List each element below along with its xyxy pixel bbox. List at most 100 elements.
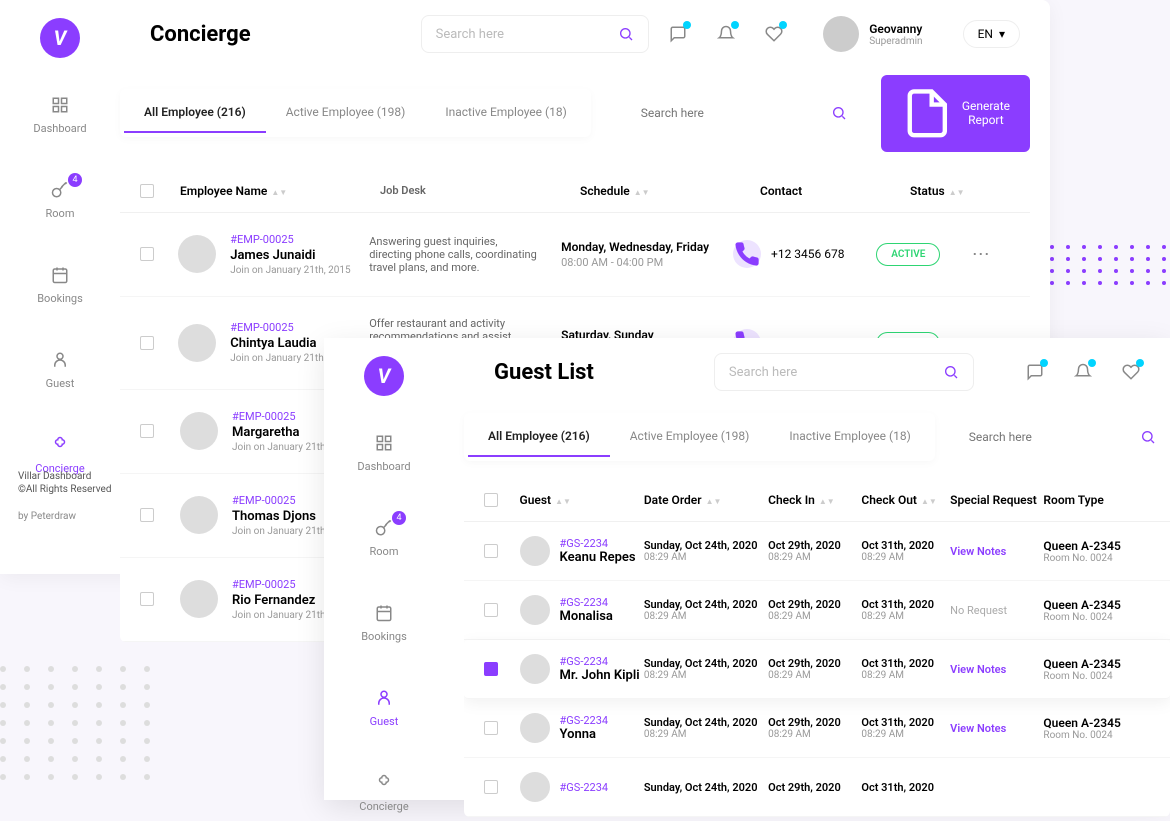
heart-icon[interactable] (765, 25, 783, 43)
row-checkbox[interactable] (484, 780, 498, 794)
checkout-date: Oct 31th, 2020 (861, 716, 950, 729)
sort-icon[interactable]: ▲▼ (271, 188, 287, 197)
col-name-header[interactable]: Employee Name (180, 184, 267, 198)
employee-join: Join on January 21th, 2 (232, 442, 336, 453)
tab[interactable]: Inactive Employee (18) (769, 417, 930, 457)
row-checkbox[interactable] (484, 544, 498, 558)
avatar (178, 235, 216, 273)
logo[interactable]: V (40, 18, 80, 58)
row-checkbox[interactable] (484, 603, 498, 617)
message-icon[interactable] (1026, 363, 1044, 381)
nav-label: Guest (46, 377, 75, 390)
employee-id: #EMP-00025 (232, 410, 336, 423)
row-checkbox[interactable] (140, 424, 154, 438)
guest-id: #GS-2234 (560, 655, 640, 668)
col-date-header[interactable]: Date Order (644, 493, 702, 507)
checkin-time: 08:29 AM (768, 729, 861, 740)
sort-icon[interactable]: ▲▼ (921, 497, 937, 506)
table-search-input[interactable] (969, 430, 1140, 444)
nav-bookings[interactable]: Bookings (0, 258, 120, 313)
table-search[interactable] (955, 417, 1170, 457)
checkin-date: Oct 29th, 2020 (768, 781, 861, 794)
header: Guest List (464, 338, 1170, 406)
checkout-time: 08:29 AM (861, 552, 950, 563)
guest-id: #GS-2234 (560, 714, 609, 727)
search-box[interactable] (714, 353, 974, 391)
search-input[interactable] (436, 27, 611, 42)
generate-report-label: Generate Report (962, 99, 1010, 127)
nav-room[interactable]: Room4 (324, 511, 444, 566)
table-row[interactable]: #GS-2234YonnaSunday, Oct 24th, 202008:29… (464, 699, 1170, 758)
nav-room[interactable]: Room4 (0, 173, 120, 228)
table-row[interactable]: #GS-2234Mr. John KipliSunday, Oct 24th, … (464, 640, 1170, 699)
avatar (180, 496, 218, 534)
col-guest-header[interactable]: Guest (520, 493, 552, 507)
tab[interactable]: All Employee (216) (468, 417, 610, 457)
order-date: Sunday, Oct 24th, 2020 (644, 657, 768, 670)
table-search[interactable] (627, 93, 861, 133)
avatar (520, 595, 550, 625)
table-search-input[interactable] (641, 106, 831, 120)
special-request: No Request (950, 604, 1007, 617)
tab[interactable]: Active Employee (198) (266, 93, 426, 133)
nav-label: Guest (370, 715, 399, 728)
badge: 4 (392, 511, 406, 525)
concierge-icon (51, 436, 69, 454)
special-request[interactable]: View Notes (950, 663, 1006, 676)
nav-guest[interactable]: Guest (0, 343, 120, 398)
select-all-checkbox[interactable] (140, 184, 154, 198)
row-checkbox[interactable] (140, 592, 154, 606)
nav-bookings[interactable]: Bookings (324, 596, 444, 651)
special-request[interactable]: View Notes (950, 722, 1006, 735)
col-checkin-header[interactable]: Check In (768, 493, 815, 507)
tab[interactable]: Active Employee (198) (610, 417, 770, 457)
checkout-date: Oct 31th, 2020 (861, 598, 950, 611)
nav-dashboard[interactable]: Dashboard (0, 88, 120, 143)
nav: DashboardRoom4BookingsGuestConcierge (0, 88, 120, 483)
order-date: Sunday, Oct 24th, 2020 (644, 539, 768, 552)
row-checkbox[interactable] (484, 662, 498, 676)
col-checkout-header[interactable]: Check Out (861, 493, 917, 507)
logo[interactable]: V (364, 356, 404, 396)
tab[interactable]: Inactive Employee (18) (425, 93, 586, 133)
order-date: Sunday, Oct 24th, 2020 (644, 716, 768, 729)
generate-report-button[interactable]: Generate Report (881, 75, 1030, 152)
message-icon[interactable] (669, 25, 687, 43)
user-profile[interactable]: Geovanny Superadmin (823, 16, 922, 52)
search-input[interactable] (729, 365, 935, 380)
table-row[interactable]: #EMP-00025James JunaidiJoin on January 2… (120, 213, 1030, 297)
col-status-header[interactable]: Status (910, 184, 945, 198)
nav-concierge[interactable]: Concierge (324, 766, 444, 821)
table-row[interactable]: #GS-2234MonalisaSunday, Oct 24th, 202008… (464, 581, 1170, 640)
select-all-checkbox[interactable] (484, 493, 498, 507)
table-row[interactable]: #GS-2234Keanu RepesSunday, Oct 24th, 202… (464, 522, 1170, 581)
employee-name: Thomas Djons (232, 509, 336, 524)
sort-icon[interactable]: ▲▼ (706, 497, 722, 506)
search-box[interactable] (421, 15, 650, 53)
special-request[interactable]: View Notes (950, 545, 1006, 558)
sort-icon[interactable]: ▲▼ (949, 188, 965, 197)
phone-icon[interactable] (733, 240, 761, 268)
row-checkbox[interactable] (484, 721, 498, 735)
sort-icon[interactable]: ▲▼ (555, 497, 571, 506)
checkin-date: Oct 29th, 2020 (768, 657, 861, 670)
sort-icon[interactable]: ▲▼ (634, 188, 650, 197)
bell-icon[interactable] (1074, 363, 1092, 381)
language-selector[interactable]: EN ▾ (963, 20, 1020, 48)
nav-dashboard[interactable]: Dashboard (324, 426, 444, 481)
job-desk: Answering guest inquiries, directing pho… (369, 235, 561, 274)
row-checkbox[interactable] (140, 508, 154, 522)
sort-icon[interactable]: ▲▼ (819, 497, 835, 506)
phone-number: +12 3456 678 (771, 247, 844, 261)
table-row[interactable]: #GS-2234Sunday, Oct 24th, 2020Oct 29th, … (464, 758, 1170, 817)
room-type: Queen A-2345 (1043, 657, 1150, 671)
row-checkbox[interactable] (140, 336, 154, 350)
bell-icon[interactable] (717, 25, 735, 43)
tab[interactable]: All Employee (216) (124, 93, 266, 133)
more-icon[interactable]: ⋯ (972, 244, 1010, 265)
badge: 4 (68, 173, 82, 187)
col-schedule-header[interactable]: Schedule (580, 184, 630, 198)
nav-guest[interactable]: Guest (324, 681, 444, 736)
heart-icon[interactable] (1122, 363, 1140, 381)
row-checkbox[interactable] (140, 247, 154, 261)
